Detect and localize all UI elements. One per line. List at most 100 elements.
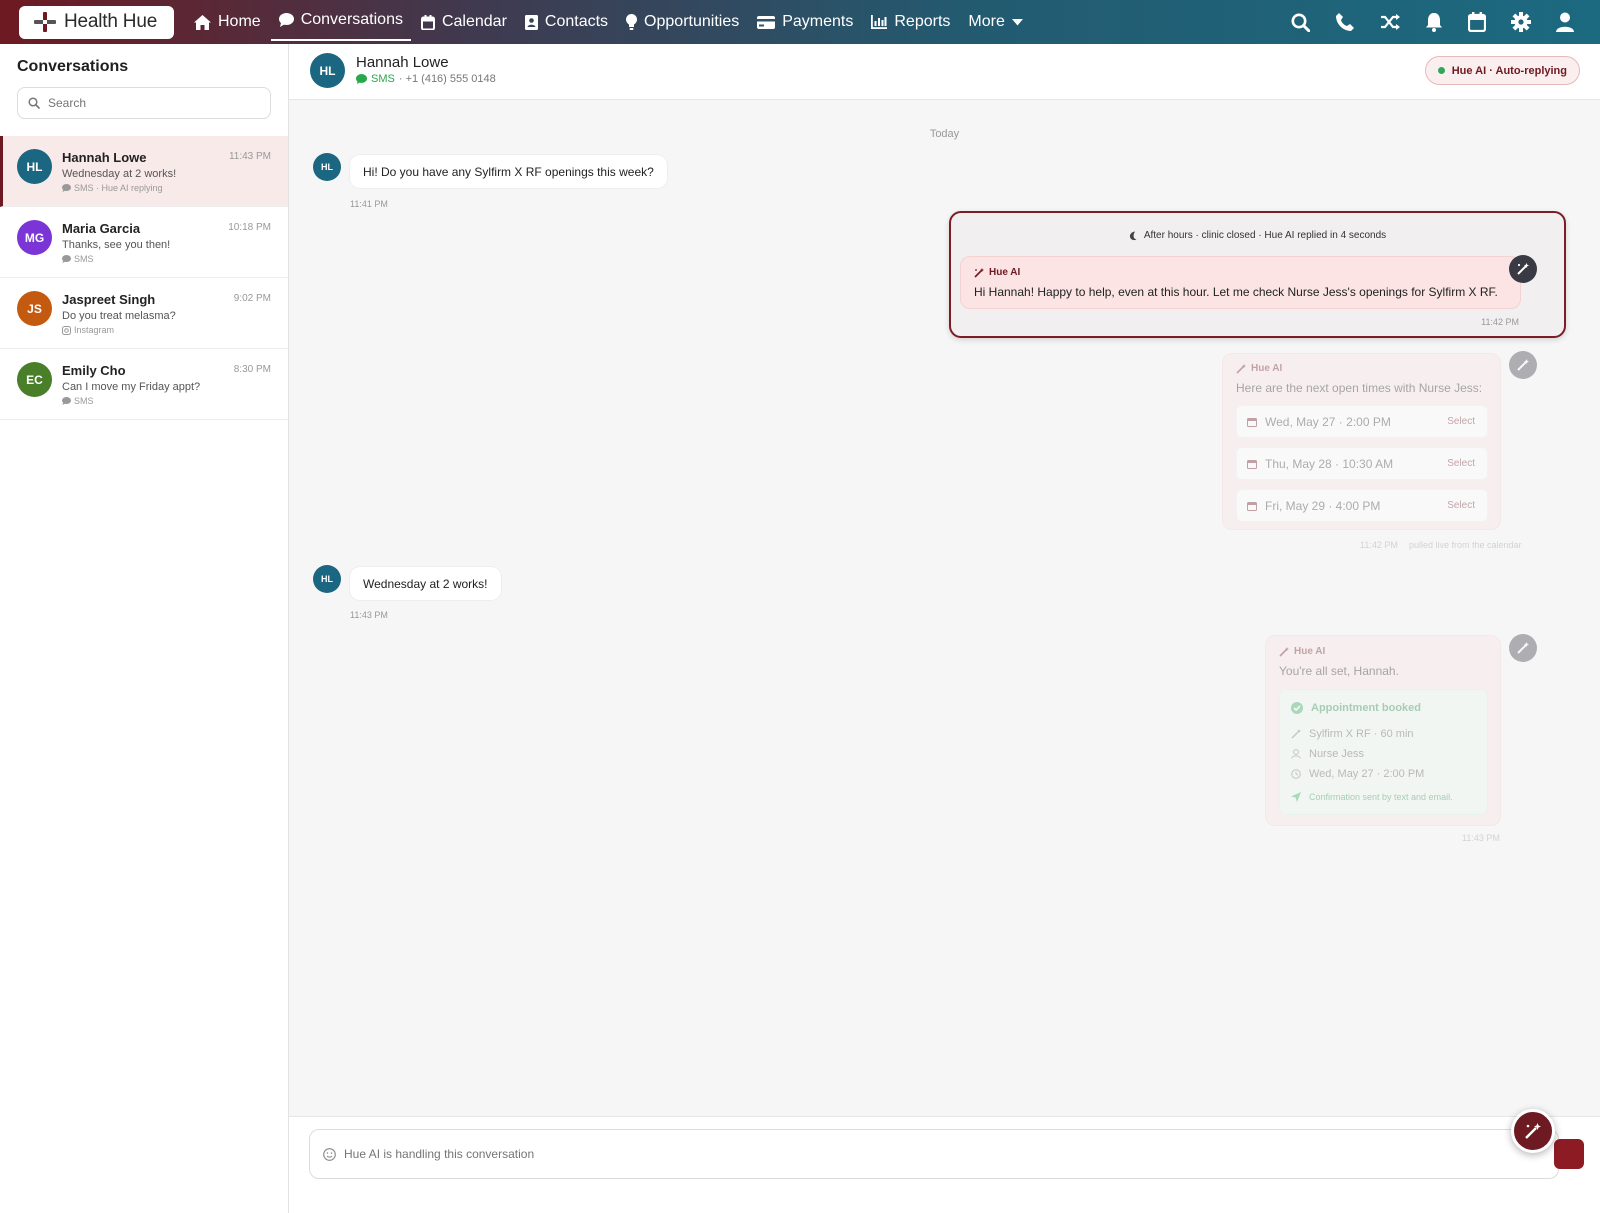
ai-sender-label: Hue AI [974, 267, 1020, 278]
ai-sender-label: Hue AI [1236, 363, 1282, 374]
ai-avatar [1509, 634, 1537, 662]
conversation-item[interactable]: MG Maria Garcia 10:18 PM Thanks, see you… [0, 207, 288, 278]
conversation-meta-text: SMS [74, 396, 94, 406]
search-icon[interactable] [1291, 13, 1310, 32]
nav-reports[interactable]: Reports [863, 0, 958, 44]
conversation-preview: Can I move my Friday appt? [62, 381, 201, 393]
conversations-sidebar: Conversations HL Hannah Lowe 11:43 PM We… [0, 44, 289, 1213]
select-slot-button[interactable]: Select [1447, 458, 1475, 469]
chat-panel: HL Hannah Lowe SMS · +1 (416) 555 0148 H… [289, 44, 1600, 1213]
time-slot-option[interactable]: Wed, May 27 · 2:00 PM Select [1236, 405, 1488, 438]
magic-wand-icon [1517, 359, 1529, 371]
message-input[interactable] [344, 1147, 1244, 1161]
conversation-name: Emily Cho [62, 363, 126, 378]
nav-opportunities[interactable]: Opportunities [618, 0, 747, 44]
avatar: JS [17, 291, 52, 326]
message-timestamp: 11:43 PM [350, 610, 388, 620]
conversation-time: 8:30 PM [233, 364, 271, 375]
nav-more[interactable]: More [960, 0, 1030, 44]
after-hours-notice: After hours · clinic closed · Hue AI rep… [951, 230, 1564, 241]
nav-payments[interactable]: Payments [749, 0, 861, 44]
logo-mark-icon [34, 12, 56, 32]
conversation-preview: Thanks, see you then! [62, 239, 171, 251]
nav-conversations[interactable]: Conversations [270, 0, 411, 41]
incoming-message: Wednesday at 2 works! [350, 567, 501, 600]
chat-icon [62, 184, 71, 192]
conversation-preview: Do you treat melasma? [62, 310, 176, 322]
chat-header: HL Hannah Lowe SMS · +1 (416) 555 0148 H… [289, 44, 1600, 100]
conversation-item[interactable]: JS Jaspreet Singh 9:02 PM Do you treat m… [0, 278, 288, 349]
composer-box[interactable] [309, 1129, 1559, 1179]
select-slot-button[interactable]: Select [1447, 500, 1475, 511]
message-timestamp: 11:41 PM [350, 199, 388, 209]
ai-assistant-button[interactable] [1511, 1109, 1555, 1153]
nav-home[interactable]: Home [186, 0, 269, 44]
lightbulb-icon [626, 14, 638, 30]
avatar: HL [17, 149, 52, 184]
contact-name[interactable]: Hannah Lowe [356, 54, 449, 71]
phone-icon[interactable] [1335, 12, 1355, 32]
search-input[interactable] [48, 96, 248, 110]
ai-sender-name: Hue AI [1294, 646, 1326, 657]
nav-more-label: More [968, 13, 1005, 30]
bell-icon[interactable] [1425, 12, 1443, 32]
brand-logo[interactable]: Health Hue [19, 5, 174, 39]
sidebar-title: Conversations [17, 58, 129, 75]
nav-home-label: Home [218, 13, 261, 30]
ai-avatar [1509, 255, 1537, 283]
time-slot-option[interactable]: Thu, May 28 · 10:30 AM Select [1236, 447, 1488, 480]
nav-reports-label: Reports [894, 13, 951, 30]
conversation-meta: SMS [62, 254, 94, 264]
ai-status-badge[interactable]: Hue AI · Auto-replying [1424, 56, 1580, 85]
status-dot-icon [1437, 67, 1445, 74]
home-icon [194, 14, 211, 30]
brand-name: Health Hue [64, 11, 158, 32]
ai-message-text: You're all set, Hannah. [1279, 664, 1399, 678]
booked-title: Appointment booked [1311, 702, 1421, 714]
calendar-icon [1247, 417, 1257, 427]
booked-provider-row: Nurse Jess [1291, 748, 1364, 760]
instagram-icon [62, 325, 71, 335]
nav-calendar-label: Calendar [441, 13, 507, 30]
conversation-meta: SMS [62, 396, 94, 406]
nav-opportunities-label: Opportunities [644, 13, 740, 30]
avatar: HL [310, 53, 345, 88]
clock-icon [1291, 769, 1301, 779]
calendar-icon[interactable] [1468, 12, 1486, 32]
date-separator: Today [929, 128, 960, 140]
magic-wand-icon [1291, 729, 1301, 739]
conversation-name: Jaspreet Singh [62, 292, 156, 307]
chat-icon [278, 12, 294, 27]
nav-calendar[interactable]: Calendar [413, 0, 515, 44]
conversation-meta-text: Instagram [74, 325, 115, 335]
shuffle-icon[interactable] [1380, 13, 1400, 31]
appointment-booked-card: Appointment booked Sylfirm X RF · 60 min… [1279, 689, 1488, 815]
send-button[interactable] [1554, 1139, 1584, 1169]
ai-message-text: Here are the next open times with Nurse … [1236, 381, 1483, 395]
message-timestamp: 11:42 PM [1481, 317, 1519, 327]
emoji-icon[interactable] [323, 1147, 336, 1161]
highlighted-ai-reply: After hours · clinic closed · Hue AI rep… [949, 211, 1566, 338]
booked-datetime-row: Wed, May 27 · 2:00 PM [1291, 768, 1424, 780]
ai-message: Hue AI Hi Hannah! Happy to help, even at… [960, 256, 1521, 309]
ai-sender-name: Hue AI [989, 267, 1021, 278]
search-box[interactable] [17, 87, 271, 119]
select-slot-button[interactable]: Select [1447, 416, 1475, 427]
conversation-item[interactable]: HL Hannah Lowe 11:43 PM Wednesday at 2 w… [0, 136, 288, 207]
time-slot-option[interactable]: Fri, May 29 · 4:00 PM Select [1236, 489, 1488, 522]
magic-wand-icon [974, 267, 984, 278]
conversation-item[interactable]: EC Emily Cho 8:30 PM Can I move my Frida… [0, 349, 288, 420]
message-timestamp: 11:42 PM [1360, 540, 1398, 550]
conversation-preview: Wednesday at 2 works! [62, 168, 177, 180]
avatar: HL [313, 153, 341, 181]
nav-contacts[interactable]: Contacts [517, 0, 616, 44]
after-hours-text: After hours · clinic closed · Hue AI rep… [1143, 230, 1387, 241]
gear-icon[interactable] [1511, 12, 1531, 32]
moon-icon [1129, 231, 1137, 240]
magic-wand-icon [1517, 642, 1529, 654]
booked-service-row: Sylfirm X RF · 60 min [1291, 728, 1414, 740]
channel-label: SMS [371, 73, 395, 85]
ai-status-text: Hue AI · Auto-replying [1451, 64, 1567, 77]
check-circle-icon [1291, 702, 1303, 714]
user-icon[interactable] [1556, 12, 1574, 32]
